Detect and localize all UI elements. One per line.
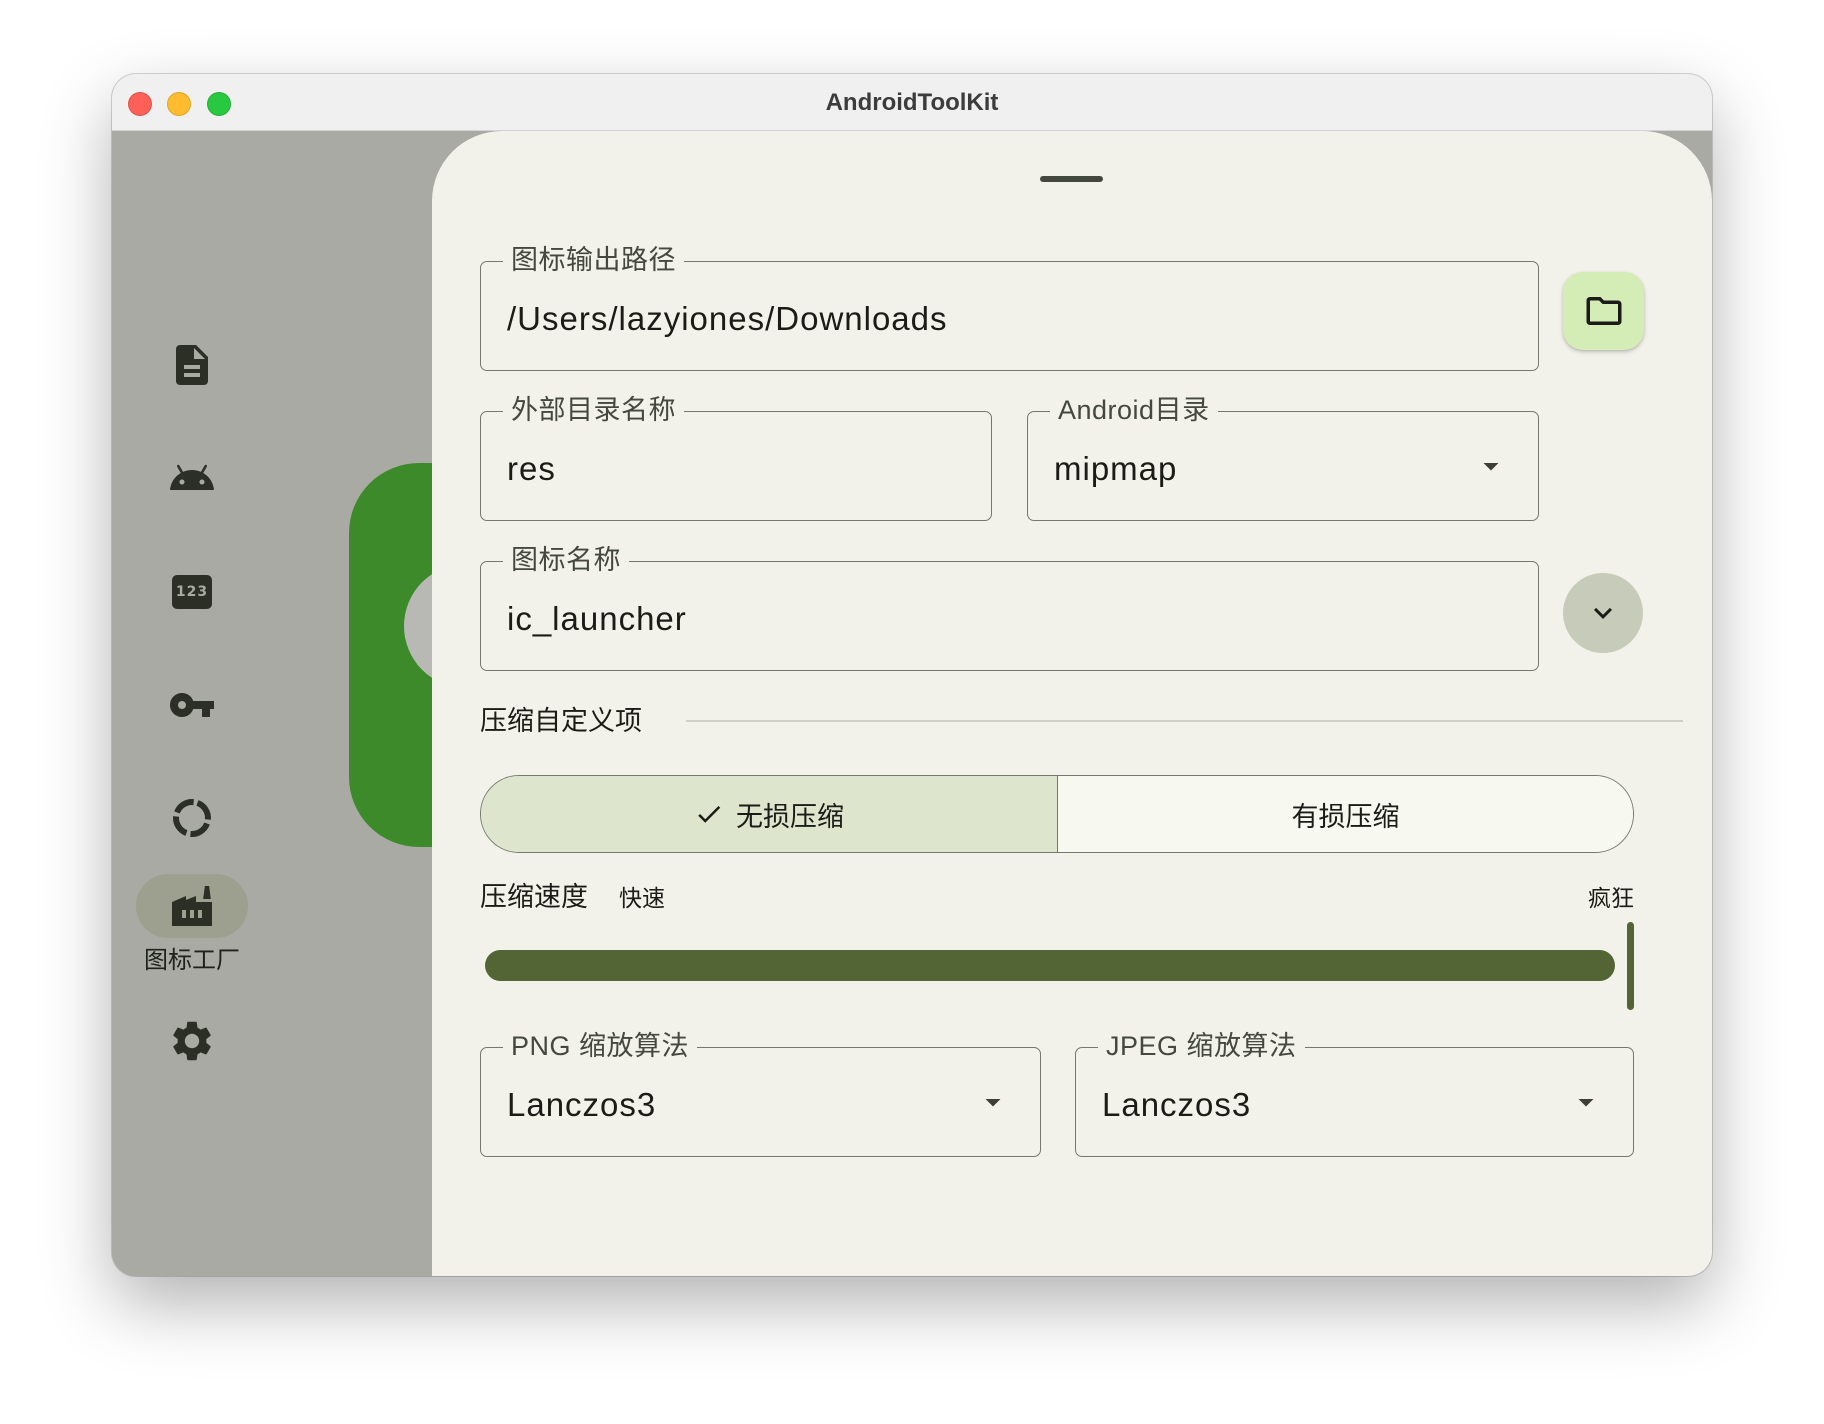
icon-name-field[interactable]: 图标名称 ic_launcher xyxy=(480,543,1539,671)
lossless-option-label: 无损压缩 xyxy=(736,801,844,832)
speed-value-label: 快速 xyxy=(619,885,665,911)
external-dir-label: 外部目录名称 xyxy=(503,393,684,427)
folder-icon xyxy=(1586,297,1621,325)
section-divider xyxy=(686,720,1683,722)
compression-section-title: 压缩自定义项 xyxy=(480,706,642,736)
arrow-drop-down-icon[interactable] xyxy=(975,1084,1011,1120)
png-algorithm-value[interactable]: Lanczos3 xyxy=(507,1082,656,1128)
title-bar[interactable]: AndroidToolKit xyxy=(112,74,1712,131)
speed-max-label: 疯狂 xyxy=(1588,885,1634,911)
android-dir-value[interactable]: mipmap xyxy=(1054,446,1177,492)
factory-icon xyxy=(172,886,212,926)
numbers-icon: 123 xyxy=(172,575,212,609)
jpeg-algorithm-dropdown[interactable]: JPEG 缩放算法 Lanczos3 xyxy=(1075,1029,1634,1157)
output-path-label: 图标输出路径 xyxy=(503,243,684,277)
settings-bottom-sheet: 图标输出路径 /Users/lazyiones/Downloads 外部目录名称… xyxy=(432,131,1712,1276)
output-path-field[interactable]: 图标输出路径 /Users/lazyiones/Downloads xyxy=(480,243,1539,371)
speed-label: 压缩速度 xyxy=(480,882,588,912)
jpeg-algorithm-value[interactable]: Lanczos3 xyxy=(1102,1082,1251,1128)
nav-item-progress[interactable] xyxy=(168,794,216,842)
nav-item-settings[interactable] xyxy=(168,1017,216,1065)
nav-item-icon-factory[interactable] xyxy=(168,882,216,930)
icon-name-label: 图标名称 xyxy=(503,543,629,577)
app-window: AndroidToolKit 123 图标工厂 图标输出路径 /Users/la… xyxy=(112,74,1712,1276)
nav-item-key[interactable] xyxy=(168,681,216,729)
chevron-down-icon xyxy=(1594,607,1612,619)
output-path-input[interactable]: /Users/lazyiones/Downloads xyxy=(507,296,948,342)
gear-icon xyxy=(173,1021,211,1061)
choose-folder-button[interactable] xyxy=(1563,272,1644,350)
window-title: AndroidToolKit xyxy=(825,89,999,116)
expand-options-button[interactable] xyxy=(1563,573,1643,653)
sheet-drag-handle[interactable] xyxy=(1040,176,1103,182)
lossy-option[interactable]: 有损压缩 xyxy=(1058,776,1633,852)
nav-item-android[interactable] xyxy=(168,454,216,502)
external-dir-field[interactable]: 外部目录名称 res xyxy=(480,393,992,521)
nav-item-numbers[interactable]: 123 xyxy=(168,568,216,616)
key-icon xyxy=(170,693,214,717)
android-dir-dropdown[interactable]: Android目录 mipmap xyxy=(1027,393,1539,521)
external-dir-input[interactable]: res xyxy=(507,446,556,492)
jpeg-algorithm-label: JPEG 缩放算法 xyxy=(1098,1029,1305,1063)
android-icon xyxy=(170,464,214,490)
lossy-option-label: 有损压缩 xyxy=(1291,801,1400,832)
lossless-option[interactable]: 无损压缩 xyxy=(481,776,1058,852)
nav-item-icon-factory-label: 图标工厂 xyxy=(144,947,240,974)
android-dir-label: Android目录 xyxy=(1050,393,1218,427)
icon-name-input[interactable]: ic_launcher xyxy=(507,596,687,642)
arrow-drop-down-icon[interactable] xyxy=(1473,448,1509,484)
speed-slider[interactable] xyxy=(480,922,1634,1010)
slider-active-track[interactable] xyxy=(485,950,1615,981)
png-algorithm-dropdown[interactable]: PNG 缩放算法 Lanczos3 xyxy=(480,1029,1041,1157)
compression-mode-toggle: 无损压缩 有损压缩 xyxy=(480,775,1634,853)
document-icon xyxy=(176,345,208,385)
arrow-drop-down-icon[interactable] xyxy=(1568,1084,1604,1120)
png-algorithm-label: PNG 缩放算法 xyxy=(503,1029,698,1063)
nav-item-document[interactable] xyxy=(168,341,216,389)
progress-ring-icon xyxy=(173,799,211,837)
check-icon xyxy=(698,805,721,823)
slider-thumb[interactable] xyxy=(1627,922,1634,1010)
